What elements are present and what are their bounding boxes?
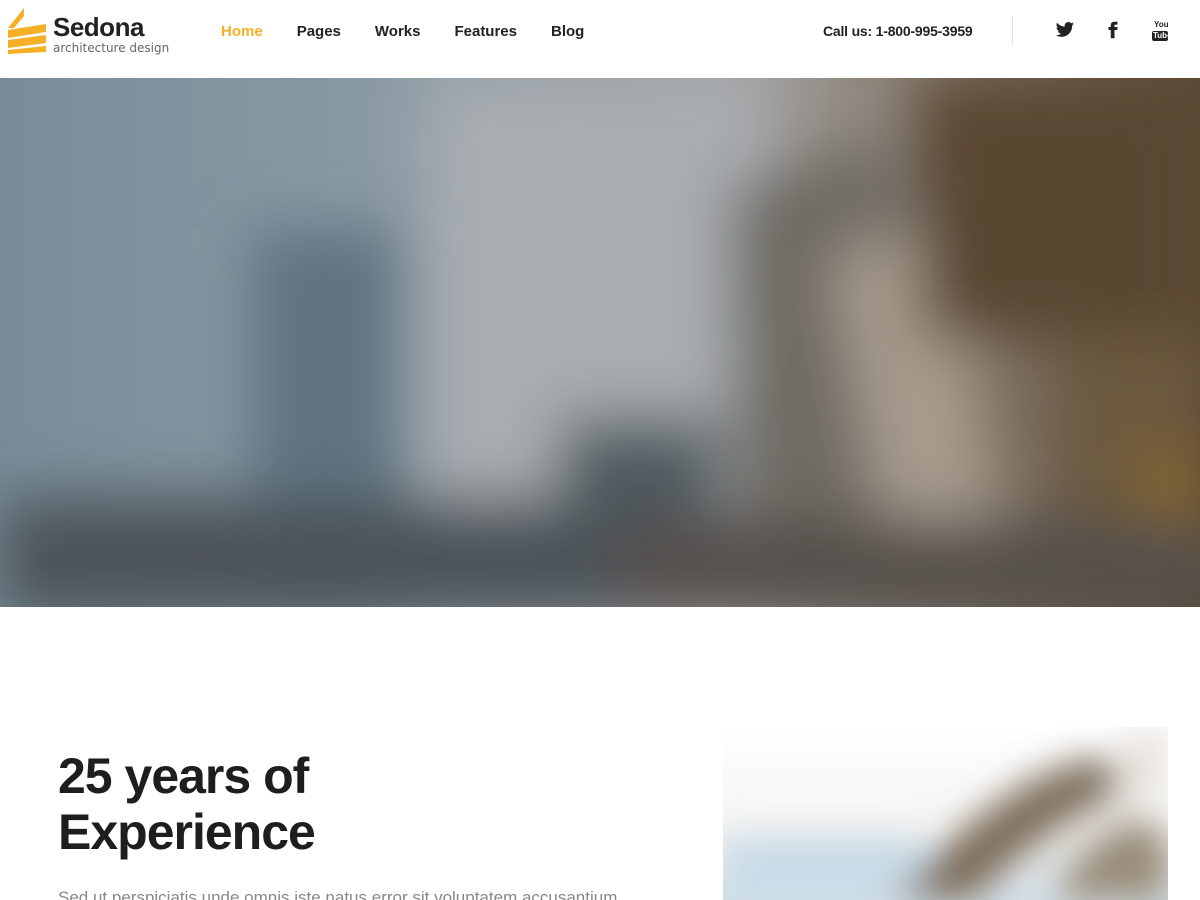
call-us-text: Call us: 1-800-995-3959 — [823, 23, 973, 39]
header-divider — [1012, 17, 1013, 44]
nav-item-features[interactable]: Features — [454, 22, 517, 42]
hero-image — [0, 78, 1200, 607]
facebook-icon — [1108, 21, 1118, 39]
about-heading: 25 years of Experience — [58, 748, 458, 860]
logo[interactable]: Sedona architecture design — [8, 8, 178, 58]
site-header: Sedona architecture design Home Pages Wo… — [0, 0, 1200, 78]
twitter-link[interactable] — [1055, 20, 1075, 42]
nav-item-blog[interactable]: Blog — [551, 22, 584, 42]
nav-item-works[interactable]: Works — [375, 22, 421, 42]
logo-icon — [8, 8, 46, 54]
facebook-link[interactable] — [1104, 20, 1124, 42]
youtube-you-text: You — [1154, 20, 1169, 29]
brand-name: Sedona — [53, 12, 144, 42]
youtube-tube-text: Tube — [1153, 31, 1172, 40]
youtube-link[interactable]: You Tube — [1150, 20, 1172, 42]
hero-banner — [0, 78, 1200, 607]
about-image — [723, 727, 1168, 900]
about-heading-line1: 25 years of — [58, 748, 309, 804]
nav-item-pages[interactable]: Pages — [297, 22, 341, 42]
about-text: Sed ut perspiciatis unde omnis iste natu… — [58, 888, 618, 900]
nav-item-home[interactable]: Home — [221, 22, 263, 42]
brand-tagline: architecture design — [53, 41, 170, 55]
about-heading-line2: Experience — [58, 804, 316, 860]
about-photo — [723, 727, 1168, 900]
twitter-icon — [1055, 22, 1075, 37]
main-nav: Home Pages Works Features Blog — [221, 22, 618, 42]
